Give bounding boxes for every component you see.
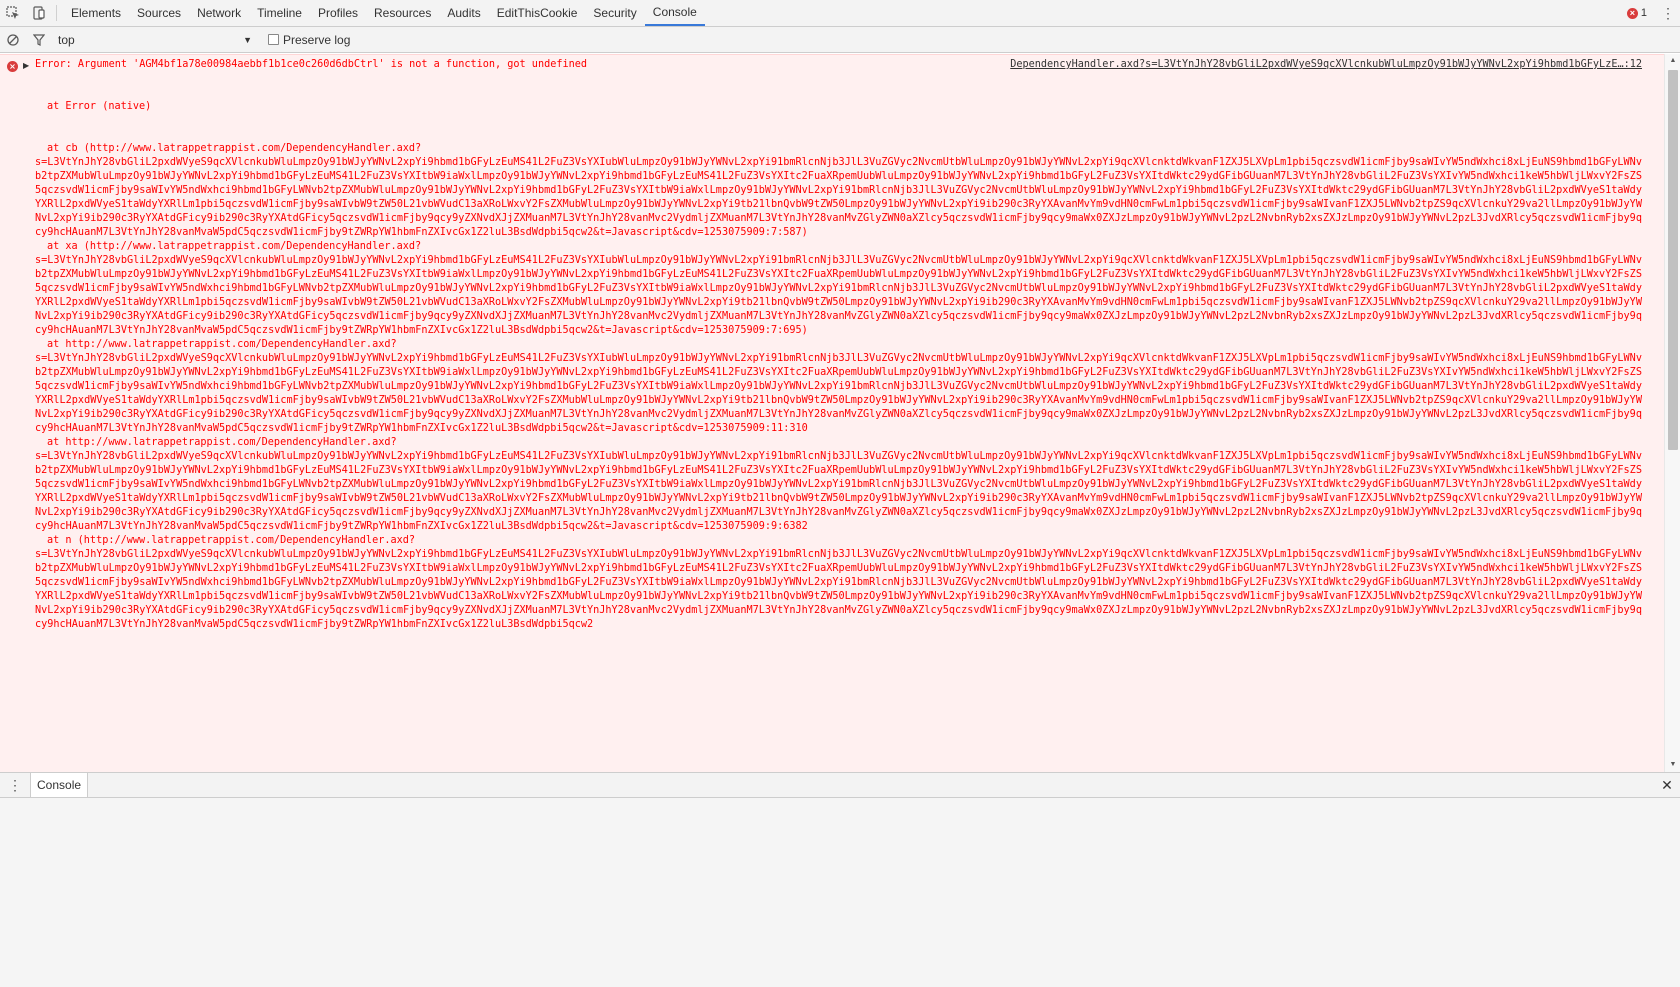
inspect-element-icon[interactable] <box>0 0 26 26</box>
preserve-log-option[interactable]: Preserve log <box>268 33 350 47</box>
stack-frame-query: s=L3VtYnJhY28vbGliL2pxdWVyeS9qcXVlcnkubW… <box>35 549 1642 630</box>
tab-profiles[interactable]: Profiles <box>310 0 366 26</box>
stack-frames: at cb (http://www.latrappetrappist.com/D… <box>35 142 1645 632</box>
scrollbar-thumb[interactable] <box>1668 70 1678 450</box>
tab-elements[interactable]: Elements <box>63 0 129 26</box>
error-icon: × <box>1626 7 1638 19</box>
stack-frame-query: s=L3VtYnJhY28vbGliL2pxdWVyeS9qcXVlcnkubW… <box>35 451 1642 532</box>
tab-audits[interactable]: Audits <box>439 0 488 26</box>
drawer-menu-icon[interactable]: ⋮ <box>0 773 30 797</box>
tab-resources[interactable]: Resources <box>366 0 439 26</box>
clear-console-icon[interactable] <box>0 27 26 53</box>
error-counter[interactable]: × 1 <box>1626 7 1647 19</box>
console-messages: × ▶ Error: Argument 'AGM4bf1a78e00984aeb… <box>0 54 1680 772</box>
device-mode-icon[interactable] <box>26 0 52 26</box>
preserve-log-label: Preserve log <box>283 32 351 47</box>
main-toolbar: Elements Sources Network Timeline Profiles Re… <box>0 0 1680 27</box>
tab-sources[interactable]: Sources <box>129 0 189 26</box>
stack-frame-query: s=L3VtYnJhY28vbGliL2pxdWVyeS9qcXVlcnkubW… <box>35 157 1642 238</box>
close-icon[interactable]: ✕ <box>1654 773 1680 797</box>
error-message: × ▶ Error: Argument 'AGM4bf1a78e00984aeb… <box>0 54 1664 772</box>
scroll-down-icon[interactable]: ▼ <box>1665 758 1680 772</box>
tab-network[interactable]: Network <box>189 0 249 26</box>
filter-icon[interactable] <box>26 27 52 53</box>
drawer-panel <box>0 798 1680 987</box>
tab-editthiscookie[interactable]: EditThisCookie <box>489 0 586 26</box>
stack-frame-native: at Error (native) <box>47 101 152 112</box>
scroll-up-icon[interactable]: ▲ <box>1665 54 1680 68</box>
vertical-scrollbar[interactable]: ▲ ▼ <box>1664 54 1680 772</box>
error-count: 1 <box>1640 7 1647 19</box>
console-toolbar: top ▼ Preserve log <box>0 27 1680 53</box>
source-link[interactable]: DependencyHandler.axd?s=L3VtYnJhY28vbGli… <box>962 58 1642 72</box>
stack-frame-location[interactable]: at cb (http://www.latrappetrappist.com/D… <box>35 142 1645 156</box>
more-options-icon[interactable]: ⋮ <box>1661 5 1675 22</box>
tab-timeline[interactable]: Timeline <box>249 0 310 26</box>
tab-security[interactable]: Security <box>585 0 644 26</box>
drawer-tab-console[interactable]: Console <box>30 773 89 797</box>
devtools-window: Elements Sources Network Timeline Profiles Re… <box>0 0 1680 987</box>
stack-frame-location[interactable]: at n (http://www.latrappetrappist.com/De… <box>35 534 1645 548</box>
error-icon: × <box>7 61 18 72</box>
expand-triangle-icon[interactable]: ▶ <box>23 59 29 73</box>
drawer-tab-label: Console <box>37 778 82 792</box>
stack-frame-location[interactable]: at http://www.latrappetrappist.com/Depen… <box>35 338 1645 352</box>
error-text: Error: Argument 'AGM4bf1a78e00984aebbf1b… <box>35 59 588 70</box>
context-selector[interactable]: top ▼ <box>52 30 252 50</box>
stack-frame-location[interactable]: at http://www.latrappetrappist.com/Depen… <box>35 436 1645 450</box>
toolbar-divider <box>56 5 57 21</box>
tab-console[interactable]: Console <box>644 0 705 26</box>
stack-frame-query: s=L3VtYnJhY28vbGliL2pxdWVyeS9qcXVlcnkubW… <box>35 255 1642 336</box>
stack-trace: at Error (native) at cb (http://www.latr… <box>35 72 1645 772</box>
panel-tabs: Elements Sources Network Timeline Profiles Re… <box>63 0 705 26</box>
drawer-toolbar: ⋮ Console ✕ <box>0 772 1680 798</box>
preserve-log-checkbox[interactable] <box>268 34 279 45</box>
toolbar-right: × 1 ⋮ <box>1626 5 1680 22</box>
context-value: top <box>58 32 75 47</box>
dropdown-arrow-icon: ▼ <box>243 34 252 45</box>
stack-frame-query: s=L3VtYnJhY28vbGliL2pxdWVyeS9qcXVlcnkubW… <box>35 353 1642 434</box>
stack-frame-location[interactable]: at xa (http://www.latrappetrappist.com/D… <box>35 240 1645 254</box>
